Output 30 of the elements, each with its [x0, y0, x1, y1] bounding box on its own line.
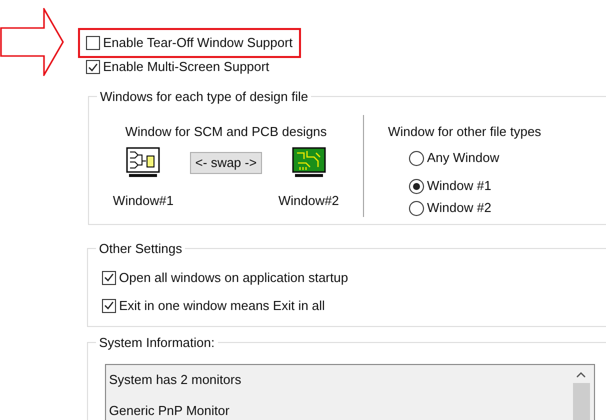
radio-button[interactable]	[409, 178, 424, 194]
window-label: Window#1	[112, 192, 174, 210]
checkmark-icon	[88, 62, 98, 72]
chevron-up-icon	[576, 372, 586, 378]
circuit-board-monitor-icon	[292, 147, 326, 179]
checkbox[interactable]	[102, 270, 116, 284]
group-title: Windows for each type of design file	[99, 88, 310, 106]
schematic-monitor-icon	[126, 147, 160, 179]
checkbox-label: Enable Multi-Screen Support	[103, 58, 270, 76]
checkbox-label: Exit in one window means Exit in all	[119, 296, 325, 315]
info-line: System has 2 monitors	[109, 370, 242, 389]
checkbox[interactable]	[86, 60, 100, 74]
info-line: Generic PnP Monitor	[109, 402, 230, 420]
group-title: Other Settings	[98, 240, 184, 258]
radio-label: Window #2	[427, 199, 492, 218]
radio-label: Window #1	[427, 177, 492, 196]
checkbox[interactable]	[102, 298, 116, 312]
section-heading: Window for SCM and PCB designs	[125, 122, 327, 141]
group-title: System Information:	[98, 334, 216, 352]
checkmark-icon	[104, 273, 114, 282]
radio-button[interactable]	[409, 200, 424, 216]
checkbox-label: Enable Tear-Off Window Support	[103, 34, 293, 52]
checkmark-icon	[104, 301, 114, 310]
radio-button[interactable]	[409, 150, 424, 166]
checkbox-label: Open all windows on application startup	[119, 268, 348, 287]
swap-button[interactable]: <- swap ->	[190, 152, 262, 174]
section-heading: Window for other file types	[388, 122, 542, 141]
radio-label: Any Window	[427, 149, 500, 168]
checkbox[interactable]	[86, 36, 100, 50]
window-label: Window#2	[278, 192, 340, 210]
